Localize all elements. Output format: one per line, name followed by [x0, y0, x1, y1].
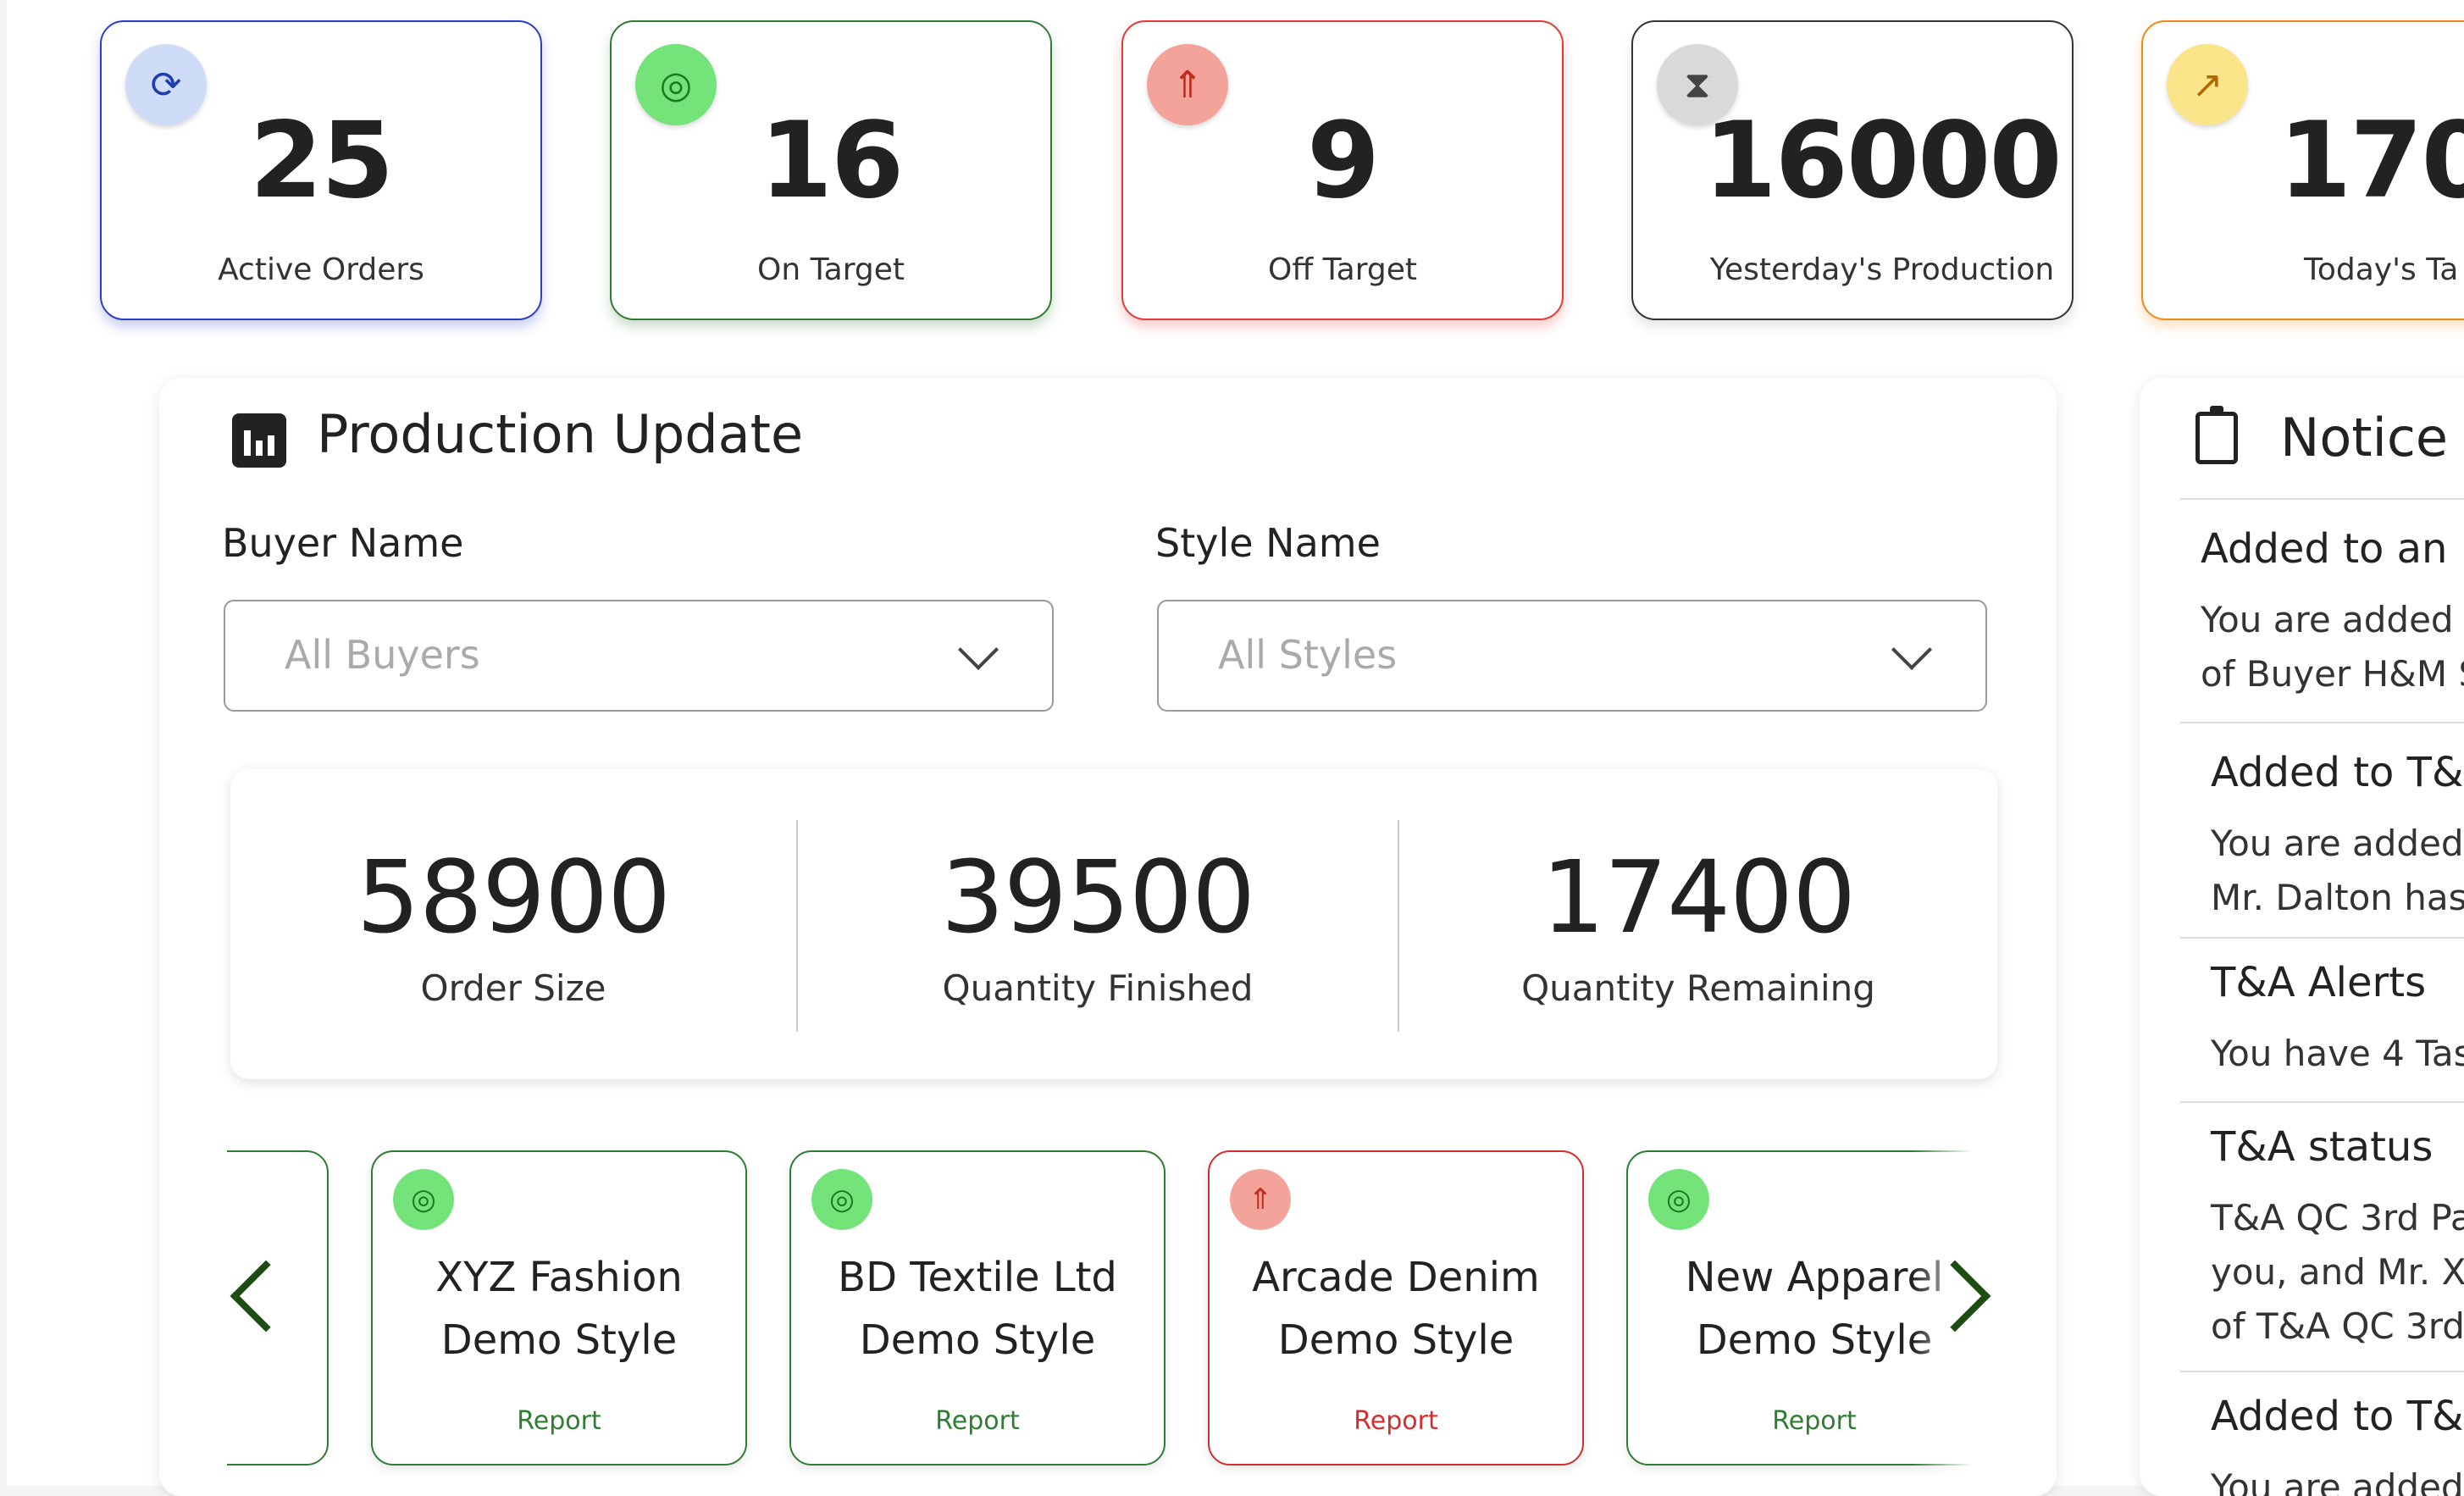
notice-body-line: You are added	[2211, 1466, 2464, 1496]
buyer-select-value: All Buyers	[285, 632, 480, 678]
trending-up-icon: ↗	[2167, 44, 2248, 125]
dashboard-page: ⟳ 25 Active Orders ◎ 16 On Target ⇑ 9 Of…	[7, 0, 2464, 1496]
panel-title: Production Update	[317, 403, 804, 465]
summary-value: 39500	[940, 839, 1255, 956]
style-card[interactable]: ◎ XYZ Fashion Demo Style Report	[371, 1150, 747, 1466]
clipboard-icon	[2195, 406, 2238, 464]
style-select[interactable]: All Styles	[1157, 600, 1987, 712]
stat-label: Yesterday's Production	[1709, 252, 2055, 287]
stat-value: 1700	[2279, 100, 2464, 222]
chevron-down-icon	[1891, 629, 1933, 671]
stat-card-active-orders[interactable]: ⟳ 25 Active Orders	[100, 20, 542, 320]
notice-title: Notice B	[2280, 407, 2464, 468]
stat-card-yesterdays-production[interactable]: ⧗ 16000 Yesterday's Production	[1631, 20, 2074, 320]
style-card-buyer: Arcade Denim	[1252, 1254, 1540, 1301]
notice-body-line: T&A QC 3rd Pa	[2211, 1197, 2464, 1238]
style-carousel: ◎ XYZ Fashion Demo Style Report ◎ BD Tex…	[227, 1144, 1972, 1486]
notice-body-line: Mr. Dalton has	[2211, 877, 2464, 918]
summary-caption: Quantity Finished	[942, 967, 1254, 1009]
stat-label: Off Target	[1268, 252, 1417, 287]
target-icon: ◎	[1648, 1169, 1709, 1230]
stat-label: Today's Ta	[2304, 252, 2459, 287]
style-card-style: Demo Style	[859, 1316, 1096, 1364]
notice-heading: Added to T&A	[2211, 1393, 2464, 1440]
summary-value: 17400	[1541, 839, 1856, 956]
buyer-select[interactable]: All Buyers	[224, 600, 1054, 712]
stat-card-todays-target[interactable]: ↗ 1700 Today's Ta	[2141, 20, 2464, 320]
notice-heading: T&A Alerts	[2211, 959, 2427, 1006]
bar-chart-icon	[232, 413, 286, 468]
chevron-down-icon	[957, 629, 999, 671]
notice-heading: Added to T&A	[2211, 749, 2464, 796]
report-link[interactable]: Report	[1210, 1406, 1582, 1436]
stat-card-on-target[interactable]: ◎ 16 On Target	[610, 20, 1052, 320]
summary-caption: Order Size	[420, 967, 606, 1009]
summary-quantity-remaining: 17400 Quantity Remaining	[1399, 769, 1997, 1079]
notice-item[interactable]: T&A Alerts You have 4 Tas	[2180, 937, 2464, 1103]
stat-label: Active Orders	[218, 252, 424, 287]
stat-card-off-target[interactable]: ⇑ 9 Off Target	[1121, 20, 1564, 320]
notice-item[interactable]: Added to an You are added of Buyer H&M S	[2180, 498, 2464, 723]
notice-heading: Added to an	[2201, 525, 2448, 573]
notice-body-line: You have 4 Tas	[2211, 1033, 2464, 1074]
notice-board-panel: Notice B Added to an You are added of Bu…	[2140, 378, 2464, 1496]
style-card-buyer: BD Textile Ltd	[838, 1254, 1117, 1301]
summary-order-size: 58900 Order Size	[230, 769, 796, 1079]
notice-heading: T&A status	[2211, 1123, 2434, 1171]
rocket-icon: ⇑	[1230, 1169, 1291, 1230]
target-icon: ◎	[811, 1169, 872, 1230]
notice-item[interactable]: T&A status T&A QC 3rd Pa you, and Mr. Xo…	[2180, 1101, 2464, 1372]
stat-label: On Target	[757, 252, 905, 287]
report-link[interactable]: Report	[791, 1406, 1164, 1436]
stat-value: 25	[249, 100, 395, 222]
notice-body-line: You are added	[2201, 599, 2454, 640]
notice-item[interactable]: Added to T&A You are added Mr. Dalton ha…	[2180, 722, 2464, 939]
style-select-value: All Styles	[1218, 632, 1398, 678]
stat-value: 16000	[1703, 100, 2062, 222]
stat-value: 9	[1306, 100, 1380, 222]
summary-value: 58900	[356, 839, 671, 956]
style-card-style: Demo Style	[440, 1316, 678, 1364]
notice-body-line: of Buyer H&M S	[2201, 653, 2464, 695]
summary-quantity-finished: 39500 Quantity Finished	[798, 769, 1398, 1079]
buyer-name-label: Buyer Name	[222, 520, 464, 566]
notice-body-line: of T&A QC 3rd	[2211, 1305, 2464, 1347]
target-icon: ◎	[393, 1169, 454, 1230]
stat-value: 16	[759, 100, 905, 222]
summary-caption: Quantity Remaining	[1521, 967, 1875, 1009]
notice-body-line: You are added	[2211, 823, 2464, 864]
style-card-style: Demo Style	[1277, 1316, 1514, 1364]
style-name-label: Style Name	[1155, 520, 1381, 566]
style-card[interactable]: ◎ BD Textile Ltd Demo Style Report	[789, 1150, 1166, 1466]
notice-item[interactable]: Added to T&A You are added	[2180, 1371, 2464, 1496]
notice-body-line: you, and Mr. Xo	[2211, 1251, 2464, 1293]
style-card[interactable]: ⇑ Arcade Denim Demo Style Report	[1208, 1150, 1584, 1466]
production-summary: 58900 Order Size 39500 Quantity Finished…	[230, 769, 1997, 1079]
style-card-buyer: XYZ Fashion	[435, 1254, 683, 1301]
report-link[interactable]: Report	[373, 1406, 745, 1436]
